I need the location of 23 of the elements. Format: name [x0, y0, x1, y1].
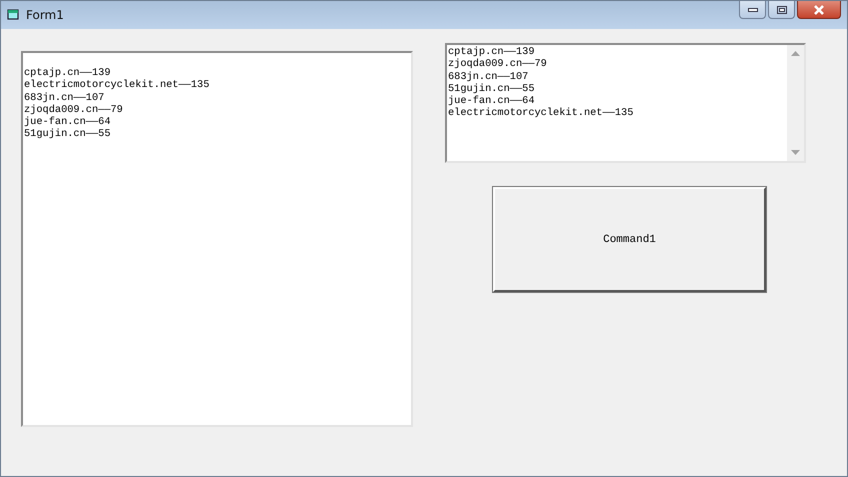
command-button[interactable]: Command1 — [493, 187, 766, 292]
list-item[interactable]: zjoqda009.cn——79 — [448, 58, 786, 71]
list-box[interactable]: cptajp.cn——139 zjoqda009.cn——79 683jn.cn——107 51gujin.cn——55 jue-fan.cn——64 electricmotorcyclekit.net——135 — [445, 43, 806, 163]
close-icon — [813, 4, 825, 14]
text-line: cptajp.cn——139 — [24, 67, 112, 80]
close-button[interactable] — [797, 1, 841, 19]
list-item[interactable]: cptajp.cn——139 — [448, 46, 786, 58]
text-line: electricmotorcyclekit.net——135 — [24, 79, 210, 92]
list-item[interactable]: 683jn.cn——107 — [448, 70, 786, 83]
text-box[interactable]: cptajp.cn——139 electricmotorcyclekit.net——135 683jn.cn——107 zjoqda009.cn——79 jue-fan.cn——64 51gujin.cn——55 — [21, 51, 413, 427]
maximize-icon — [776, 6, 786, 14]
text-line: 683jn.cn——107 — [24, 92, 106, 104]
minimize-icon — [748, 8, 758, 12]
text-line: zjoqda009.cn——79 — [24, 104, 124, 116]
list-item[interactable]: 51gujin.cn——55 — [448, 82, 786, 96]
text-line: 51gujin.cn——55 — [24, 128, 112, 141]
maximize-button[interactable] — [768, 1, 795, 19]
window-title: Form1 — [26, 8, 64, 22]
minimize-button[interactable] — [739, 1, 766, 19]
list-item[interactable]: jue-fan.cn——64 — [448, 95, 786, 108]
list-item[interactable]: electricmotorcyclekit.net——135 — [448, 107, 786, 120]
form-icon — [7, 9, 20, 21]
text-line: jue-fan.cn——64 — [24, 116, 112, 128]
